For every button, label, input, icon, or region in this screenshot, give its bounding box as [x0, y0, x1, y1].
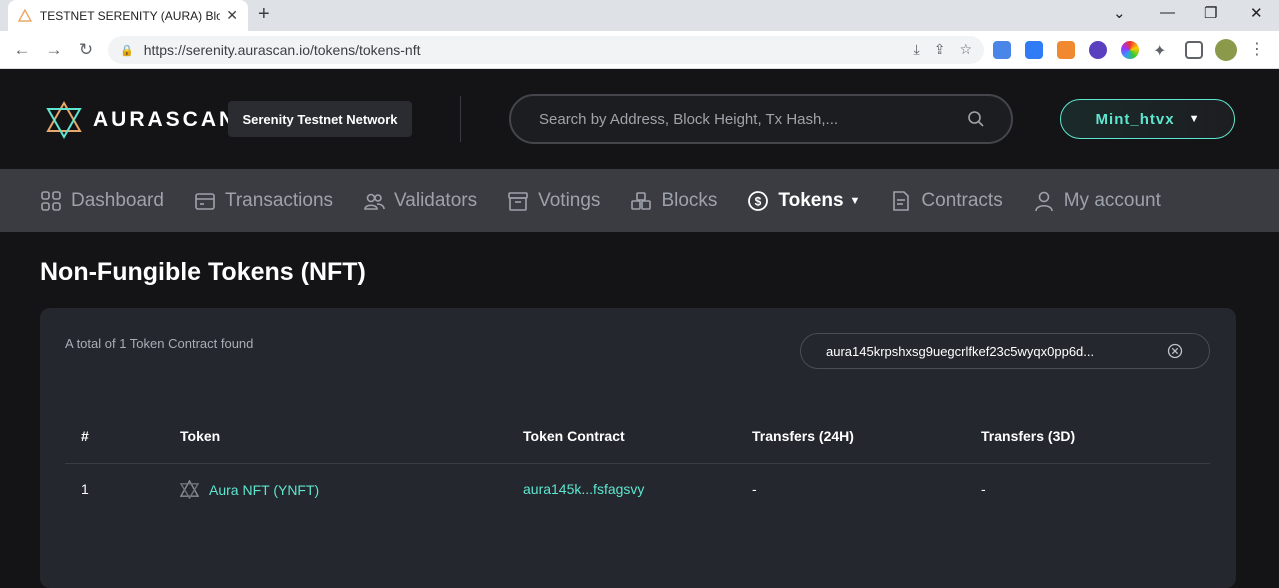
- side-panel-icon[interactable]: [1185, 41, 1203, 59]
- nav-item-tokens[interactable]: $ Tokens ▼: [747, 190, 860, 212]
- back-icon[interactable]: ←: [6, 40, 38, 60]
- color-extension-icon[interactable]: [1089, 41, 1107, 59]
- row-index: 1: [81, 481, 89, 497]
- column-header-transfers-24h: Transfers (24H): [752, 428, 854, 444]
- transfers-24h-value: -: [752, 481, 757, 497]
- chevron-down-icon: ▼: [1188, 113, 1200, 125]
- nft-table-card: A total of 1 Token Contract found aura14…: [40, 308, 1236, 588]
- search-icon[interactable]: [967, 110, 985, 128]
- close-window-icon[interactable]: ✕: [1250, 4, 1263, 22]
- aura-favicon-icon: [18, 8, 32, 22]
- transfers-3d-value: -: [981, 481, 986, 497]
- install-icon[interactable]: ⤓: [914, 41, 920, 58]
- filter-input[interactable]: aura145krpshxsg9uegcrlfkef23c5wyqx0pp6d.…: [800, 333, 1210, 369]
- search-placeholder: Search by Address, Block Height, Tx Hash…: [539, 110, 839, 128]
- share-icon[interactable]: ⇪: [934, 41, 946, 58]
- browser-tab[interactable]: TESTNET SERENITY (AURA) Block ✕: [8, 0, 248, 31]
- header-divider: [460, 96, 461, 142]
- nav-item-contracts[interactable]: Contracts: [890, 189, 1003, 212]
- table-divider: [65, 463, 1210, 464]
- main-nav: Dashboard Transactions Validators Voting…: [0, 169, 1279, 232]
- chevron-down-icon: ▼: [849, 194, 861, 207]
- aurascan-logo-icon[interactable]: [44, 100, 84, 140]
- profile-avatar[interactable]: [1215, 39, 1237, 61]
- browser-menu-icon[interactable]: ⋮: [1249, 39, 1265, 59]
- brand-name[interactable]: AURASCAN: [93, 108, 237, 132]
- new-tab-icon[interactable]: +: [258, 3, 270, 26]
- tokens-icon: $: [748, 190, 769, 211]
- column-header-contract: Token Contract: [523, 428, 625, 444]
- url-text: https://serenity.aurascan.io/tokens/toke…: [143, 42, 421, 58]
- nav-label: Dashboard: [71, 189, 164, 211]
- lock-icon: 🔒: [120, 44, 134, 57]
- address-bar[interactable]: 🔒 https://serenity.aurascan.io/tokens/to…: [108, 36, 984, 64]
- forward-icon[interactable]: →: [38, 40, 70, 60]
- search-input[interactable]: Search by Address, Block Height, Tx Hash…: [509, 94, 1013, 144]
- column-header-index: #: [81, 428, 89, 444]
- filter-value: aura145krpshxsg9uegcrlfkef23c5wyqx0pp6d.…: [826, 343, 1095, 359]
- nav-item-blocks[interactable]: Blocks: [630, 190, 717, 212]
- nav-item-transactions[interactable]: Transactions: [194, 190, 333, 212]
- blocks-icon: [631, 191, 652, 210]
- browser-toolbar: ← → ↻ 🔒 https://serenity.aurascan.io/tok…: [0, 31, 1279, 69]
- nav-label: Votings: [538, 189, 601, 211]
- nav-label: Transactions: [224, 189, 334, 211]
- account-icon: [1034, 191, 1053, 211]
- column-header-token: Token: [180, 428, 221, 444]
- votings-icon: [508, 191, 528, 211]
- rainbow-extension-icon[interactable]: [1121, 41, 1139, 59]
- nav-label: Contracts: [921, 189, 1003, 211]
- result-count: A total of 1 Token Contract found: [65, 336, 254, 351]
- nav-item-validators[interactable]: Validators: [363, 190, 477, 212]
- account-button[interactable]: Mint_htvx ▼: [1060, 99, 1235, 139]
- svg-text:$: $: [755, 194, 762, 208]
- bookmark-star-icon[interactable]: ☆: [959, 41, 972, 58]
- extensions-puzzle-icon[interactable]: ✦: [1153, 41, 1171, 60]
- nav-label: My account: [1063, 189, 1161, 211]
- contract-link[interactable]: aura145k...fsfagsvy: [523, 481, 644, 497]
- column-header-transfers-3d: Transfers (3D): [981, 428, 1076, 444]
- k-extension-icon[interactable]: [1025, 41, 1043, 59]
- transactions-icon: [195, 192, 215, 210]
- account-name: Mint_htvx: [1095, 110, 1175, 128]
- network-badge: Serenity Testnet Network: [228, 101, 412, 137]
- tab-title: TESTNET SERENITY (AURA) Block: [39, 8, 221, 23]
- tab-search-icon[interactable]: ⌄: [1113, 4, 1126, 22]
- nav-item-dashboard[interactable]: Dashboard: [40, 190, 164, 212]
- token-name: Aura NFT (YNFT): [209, 481, 320, 498]
- metamask-extension-icon[interactable]: [1057, 41, 1075, 59]
- nav-label: Blocks: [661, 189, 718, 211]
- minimize-icon[interactable]: —: [1160, 4, 1175, 21]
- tab-close-icon[interactable]: ✕: [226, 7, 238, 24]
- restore-icon[interactable]: ❐: [1204, 4, 1217, 22]
- contracts-icon: [893, 190, 910, 211]
- validators-icon: [364, 193, 385, 210]
- translate-extension-icon[interactable]: [993, 41, 1011, 59]
- nav-item-my-account[interactable]: My account: [1033, 190, 1161, 212]
- reload-icon[interactable]: ↻: [70, 40, 102, 60]
- token-logo-icon: [180, 480, 199, 499]
- nav-label: Validators: [394, 189, 478, 211]
- token-link[interactable]: Aura NFT (YNFT): [180, 480, 319, 499]
- nav-label: Tokens: [778, 189, 844, 211]
- browser-tabbar: TESTNET SERENITY (AURA) Block ✕ + ⌄ — ❐ …: [0, 0, 1279, 31]
- nav-item-votings[interactable]: Votings: [507, 190, 600, 212]
- clear-filter-icon[interactable]: [1167, 343, 1183, 359]
- dashboard-icon: [41, 190, 61, 211]
- page-title: Non-Fungible Tokens (NFT): [40, 258, 366, 286]
